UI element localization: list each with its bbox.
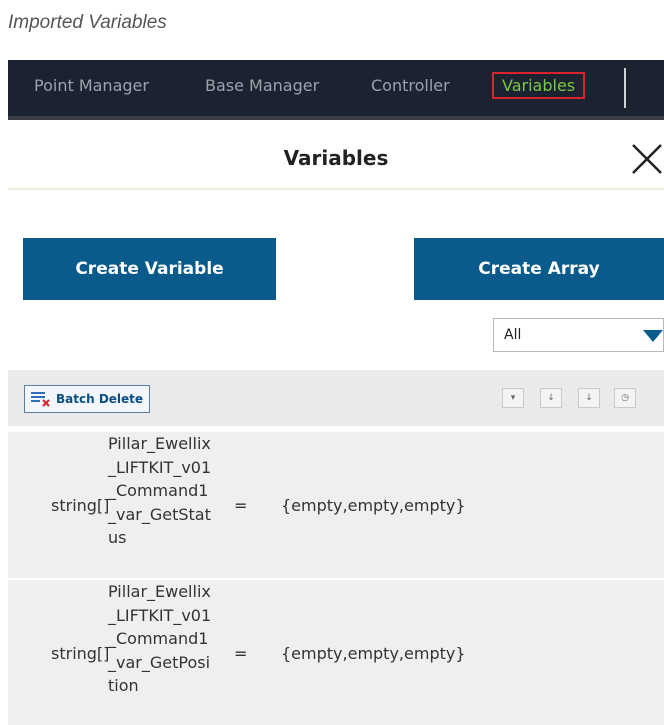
batch-delete-button[interactable]: Batch Delete (24, 385, 151, 413)
variable-name: Pillar_Ewellix _LIFTKIT_v01 _Command1 _v… (108, 580, 212, 698)
variable-name: Pillar_Ewellix _LIFTKIT_v01 _Command1 _v… (108, 432, 212, 550)
top-navigation: Point Manager Base Manager Controller Va… (8, 60, 664, 120)
variable-name-line: Pillar_Ewellix (108, 434, 211, 453)
create-variable-button[interactable]: Create Variable (23, 238, 276, 300)
variable-name-line: _LIFTKIT_v01 (108, 605, 212, 625)
variable-name-line: _Command1 (108, 481, 209, 500)
nav-divider (624, 68, 626, 108)
tab-point-manager[interactable]: Point Manager (34, 76, 149, 95)
variables-toolbar: Batch Delete ▾ ↓ ↓ ◷ (8, 370, 664, 426)
variable-name-line: _LIFTKIT_v01 (108, 457, 212, 477)
variable-name-line: us (108, 528, 127, 547)
tab-variables[interactable]: Variables (492, 72, 586, 99)
close-icon[interactable] (630, 142, 664, 176)
variable-name-line: _var_GetStat (108, 504, 211, 524)
chevron-down-icon (643, 330, 663, 342)
sort-by-var-icon[interactable]: ▾ (502, 388, 524, 408)
variable-row[interactable]: string[] Pillar_Ewellix _LIFTKIT_v01 _Co… (8, 432, 664, 578)
create-array-button[interactable]: Create Array (414, 238, 664, 300)
tab-controller[interactable]: Controller (371, 76, 450, 95)
batch-delete-label: Batch Delete (56, 392, 144, 406)
batch-delete-icon (31, 392, 50, 407)
variable-value: {empty,empty,empty} (281, 496, 466, 515)
variable-row[interactable]: string[] Pillar_Ewellix _LIFTKIT_v01 _Co… (8, 580, 664, 725)
dialog-header: Variables (8, 120, 664, 190)
sort-z-a-icon[interactable]: ↓ (540, 388, 562, 408)
filter-dropdown[interactable]: All (493, 318, 664, 352)
variable-type: string[] (51, 496, 110, 515)
variable-name-line: tion (108, 676, 139, 695)
variable-name-line: _Command1 (108, 629, 209, 648)
equals-sign: = (234, 644, 248, 663)
variable-type: string[] (51, 644, 110, 663)
variable-name-line: Pillar_Ewellix (108, 582, 211, 601)
tab-base-manager[interactable]: Base Manager (205, 76, 319, 95)
sort-a-z-icon[interactable]: ↓ (578, 388, 600, 408)
equals-sign: = (234, 496, 248, 515)
variable-name-line: _var_GetPosi (108, 652, 211, 672)
page-caption: Imported Variables (8, 12, 167, 33)
sort-by-time-icon[interactable]: ◷ (614, 388, 636, 408)
filter-selected-value: All (504, 327, 522, 343)
dialog-title: Variables (283, 146, 389, 170)
variable-value: {empty,empty,empty} (281, 644, 466, 663)
